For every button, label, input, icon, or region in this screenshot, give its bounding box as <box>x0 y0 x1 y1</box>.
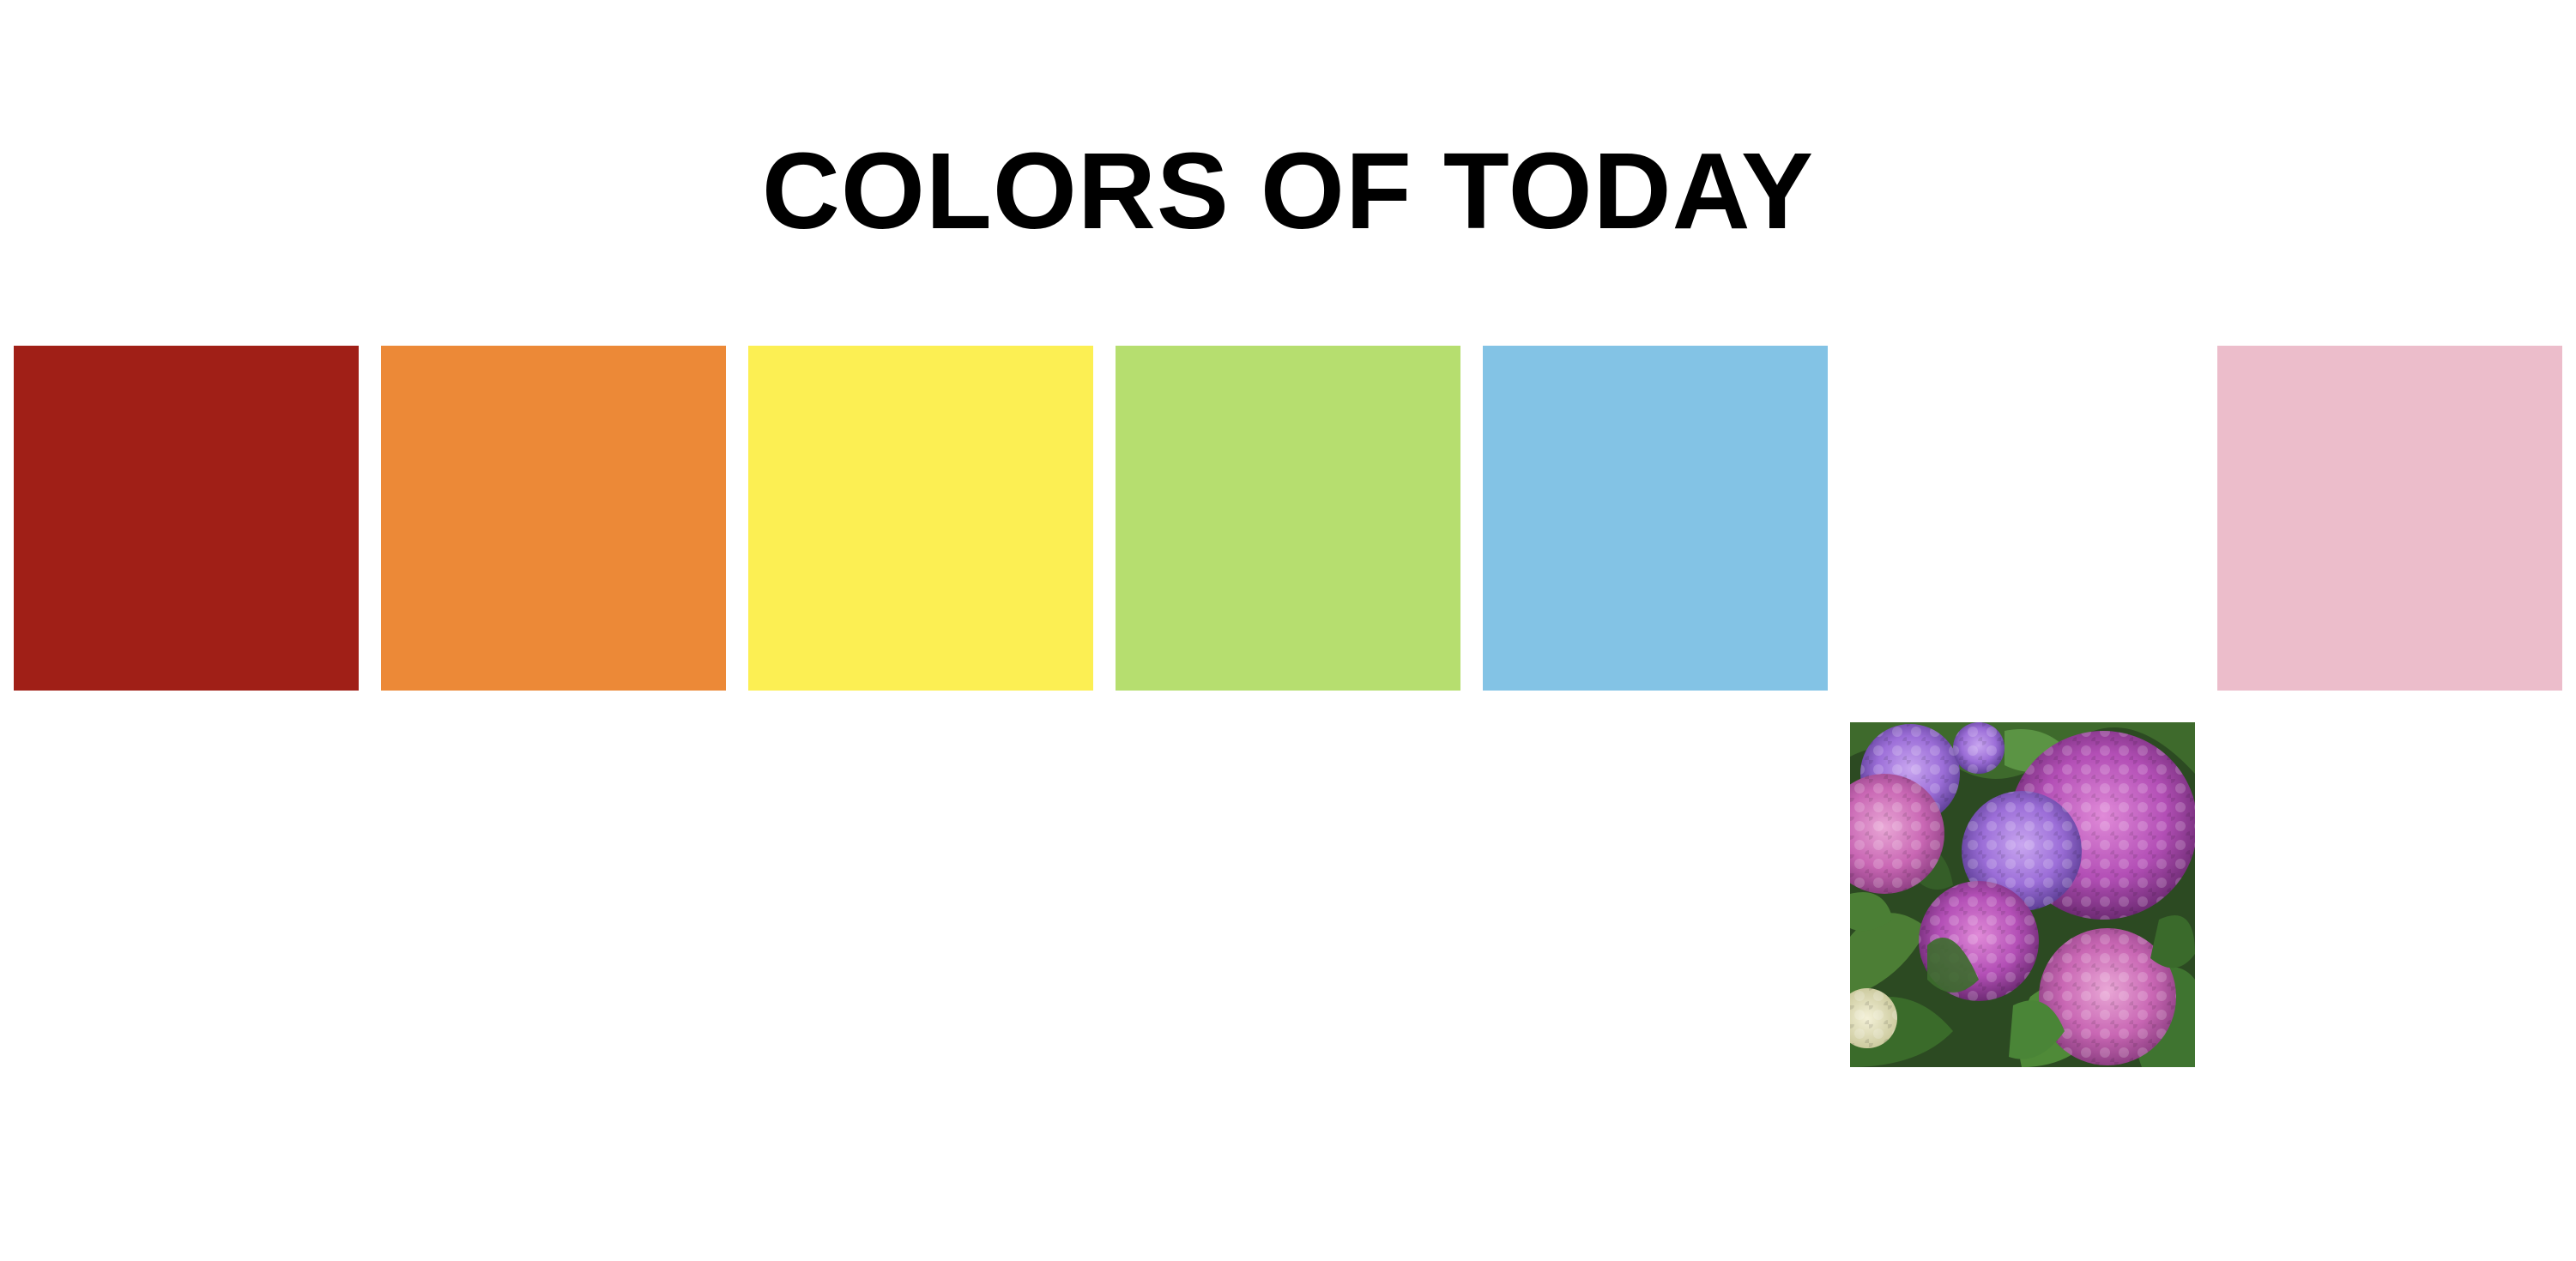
hydrangea-image <box>1850 722 2195 1067</box>
color-swatch-blue <box>1483 346 1828 691</box>
color-swatch-orange <box>381 346 726 691</box>
page-title: COLORS OF TODAY <box>761 130 1815 251</box>
color-swatch-red <box>14 346 359 691</box>
color-swatch-yellow <box>748 346 1093 691</box>
hydrangea-photo <box>1850 722 2195 1067</box>
color-swatch-pink <box>2217 346 2562 691</box>
color-swatch-green <box>1116 346 1460 691</box>
